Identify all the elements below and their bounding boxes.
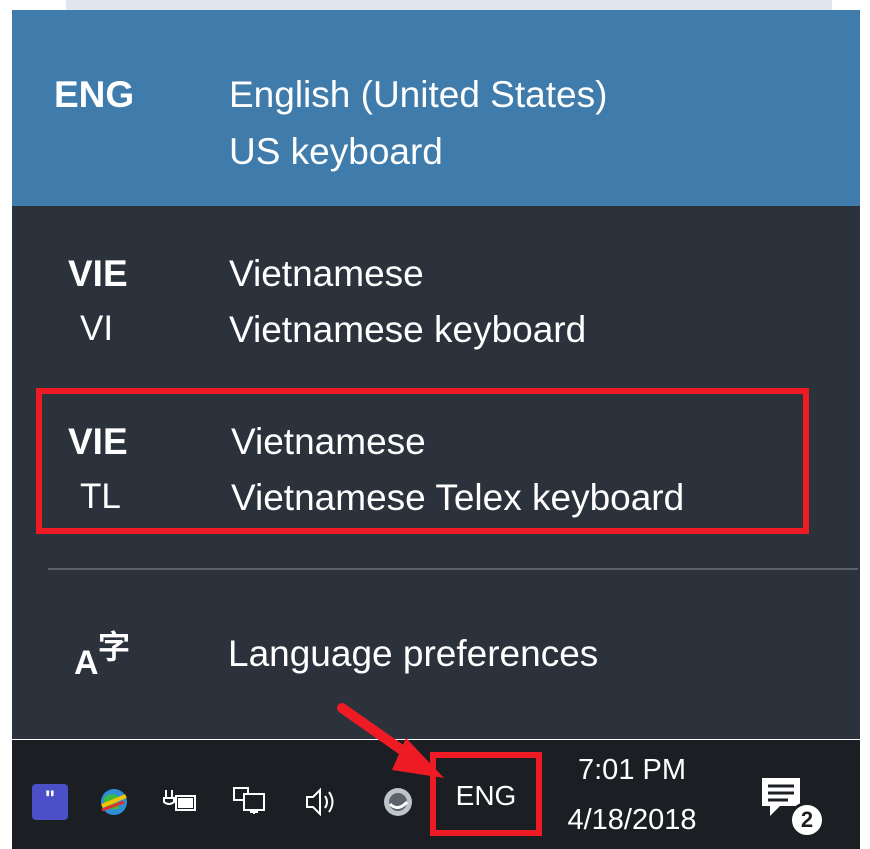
clock-date: 4/18/2018 <box>567 804 697 836</box>
input-indicator-button[interactable]: ENG <box>430 752 542 836</box>
power-icon[interactable] <box>162 784 198 820</box>
app-icon[interactable]: " <box>32 784 68 820</box>
language-item-english-us[interactable]: ENG English (United States) US keyboard <box>12 10 860 206</box>
language-name: Vietnamese <box>229 253 424 294</box>
language-code: VIE <box>68 421 128 462</box>
input-indicator-label: ENG <box>455 780 517 811</box>
network-icon[interactable] <box>232 784 268 820</box>
language-name: Vietnamese <box>231 421 426 462</box>
language-code: VIE <box>68 253 128 294</box>
keyboard-name: Vietnamese Telex keyboard <box>231 477 685 518</box>
notification-icon[interactable]: 2 <box>758 776 828 838</box>
menu-divider <box>48 568 858 570</box>
language-preferences-label: Language preferences <box>228 633 599 674</box>
keyboard-name: US keyboard <box>229 131 443 172</box>
language-preferences-link[interactable]: A 字 Language preferences <box>12 590 860 710</box>
language-preferences-icon: A 字 <box>74 628 131 682</box>
language-name: English (United States) <box>229 74 608 115</box>
notification-badge: 2 <box>789 802 825 838</box>
volume-icon[interactable] <box>304 784 340 820</box>
keyboard-code: TL <box>80 477 121 516</box>
language-item-vietnamese-vi[interactable]: VIE VI Vietnamese Vietnamese keyboard <box>12 223 860 373</box>
keyboard-code: VI <box>80 309 114 348</box>
language-code: ENG <box>54 74 135 115</box>
globe-icon[interactable] <box>96 784 132 820</box>
misc-icon[interactable] <box>380 784 416 820</box>
input-language-flyout: ENG English (United States) US keyboard … <box>12 10 860 739</box>
keyboard-name: Vietnamese keyboard <box>229 309 587 350</box>
clock-time: 7:01 PM <box>578 754 686 786</box>
language-item-vietnamese-telex[interactable]: VIE TL Vietnamese Vietnamese Telex keybo… <box>12 388 860 548</box>
taskbar-system-tray: " ENG 7:01 PM 4/18/2018 2 <box>12 740 860 849</box>
